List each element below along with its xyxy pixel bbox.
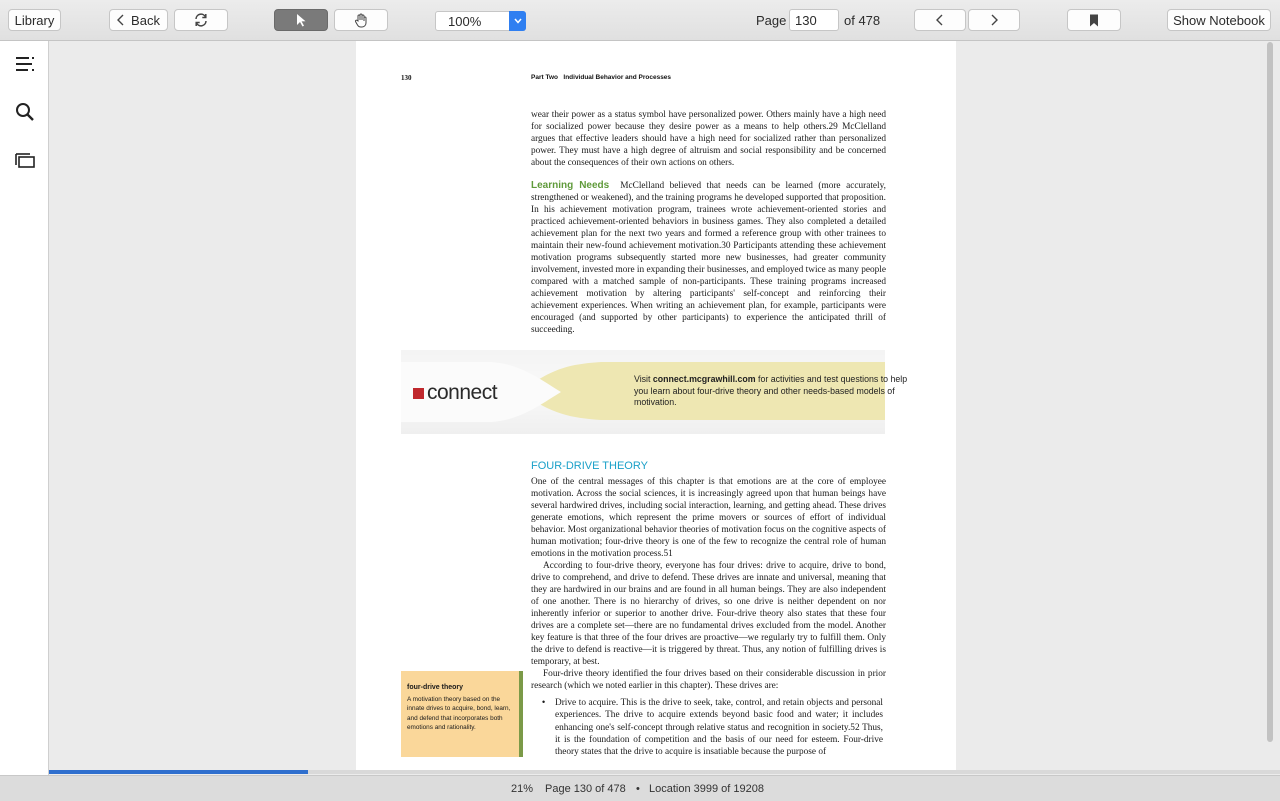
paragraph: According to four-drive theory, everyone… bbox=[531, 560, 886, 668]
next-page-button[interactable] bbox=[968, 9, 1020, 31]
reading-progress-fill bbox=[49, 770, 308, 774]
back-label: Back bbox=[131, 12, 160, 28]
status-percent: 21% bbox=[511, 783, 534, 795]
paragraph-text: wear their power as a status symbol have… bbox=[531, 110, 886, 168]
cursor-arrow-icon bbox=[297, 14, 306, 27]
hand-icon bbox=[354, 13, 367, 28]
glossary-term: four-drive theory bbox=[407, 684, 464, 691]
sidebar bbox=[0, 41, 49, 775]
book-page: 130 Part Two Individual Behavior and Pro… bbox=[356, 41, 956, 770]
section-subheading: Learning Needs bbox=[531, 180, 610, 191]
mcgraw-hill-logo-icon bbox=[413, 388, 424, 399]
connect-logo: connect bbox=[427, 381, 498, 404]
status-location: Location 3999 of 19208 bbox=[649, 783, 764, 795]
table-of-contents-icon[interactable] bbox=[14, 53, 36, 75]
sync-button[interactable] bbox=[174, 9, 228, 31]
paragraph-text: McClelland believed that needs can be le… bbox=[531, 181, 886, 335]
pages-icon[interactable] bbox=[14, 149, 36, 171]
section-title: FOUR-DRIVE THEORY bbox=[531, 460, 648, 472]
library-button[interactable]: Library bbox=[8, 9, 61, 31]
page-total: of 478 bbox=[844, 13, 881, 28]
running-head: Part Two Individual Behavior and Process… bbox=[531, 74, 671, 81]
paragraph: Four-drive theory identified the four dr… bbox=[531, 668, 886, 692]
status-bar: 21% Page 130 of 478 • Location 3999 of 1… bbox=[0, 775, 1280, 801]
back-button[interactable]: Back bbox=[109, 9, 168, 31]
select-tool-button[interactable] bbox=[274, 9, 328, 31]
zoom-select[interactable]: 100% bbox=[435, 11, 526, 31]
paragraph-text: According to four-drive theory, everyone… bbox=[531, 561, 886, 667]
paragraph: wear their power as a status symbol have… bbox=[531, 109, 886, 169]
scrollbar-thumb[interactable] bbox=[1267, 42, 1273, 742]
paragraph-text: Four-drive theory identified the four dr… bbox=[531, 669, 886, 691]
chevron-left-icon bbox=[936, 14, 943, 26]
previous-page-button[interactable] bbox=[914, 9, 966, 31]
show-notebook-label: Show Notebook bbox=[1173, 12, 1265, 28]
zoom-value: 100% bbox=[448, 14, 482, 29]
page-number-input[interactable] bbox=[789, 9, 839, 31]
status-page: Page 130 of 478 bbox=[545, 783, 626, 795]
bookmark-icon bbox=[1090, 14, 1098, 26]
library-label: Library bbox=[14, 12, 55, 28]
chevron-right-icon bbox=[991, 14, 998, 26]
running-head-part: Part Two bbox=[531, 74, 558, 81]
chevron-down-icon bbox=[509, 11, 526, 31]
bullet-marker: • bbox=[542, 697, 546, 707]
banner-text-pre: Visit bbox=[634, 374, 653, 384]
show-notebook-button[interactable]: Show Notebook bbox=[1167, 9, 1271, 31]
glossary-box: four-drive theory A motivation theory ba… bbox=[401, 671, 523, 757]
hand-tool-button[interactable] bbox=[334, 9, 388, 31]
chevron-left-icon bbox=[117, 14, 124, 26]
page-label: Page bbox=[756, 13, 787, 28]
bullet-item: Drive to acquire. This is the drive to s… bbox=[555, 697, 883, 758]
sync-icon bbox=[195, 13, 207, 27]
glossary-definition: A motivation theory based on the innate … bbox=[407, 696, 511, 731]
page-number: 130 bbox=[401, 74, 412, 82]
paragraph: One of the central messages of this chap… bbox=[531, 476, 886, 560]
paragraph: Learning Needs McClelland believed that … bbox=[531, 180, 886, 336]
toolbar: Library Back 100% Page of 478 Show Noteb… bbox=[0, 0, 1280, 41]
status-separator: • bbox=[636, 783, 640, 795]
reading-progress-bar[interactable] bbox=[49, 770, 1280, 774]
search-icon[interactable] bbox=[14, 101, 36, 123]
running-head-title: Individual Behavior and Processes bbox=[563, 74, 672, 81]
paragraph-text: One of the central messages of this chap… bbox=[531, 477, 886, 559]
connect-url-link[interactable]: connect.mcgrawhill.com bbox=[653, 374, 756, 384]
connect-banner: connect Visit connect.mcgrawhill.com for… bbox=[401, 350, 907, 434]
bookmark-button[interactable] bbox=[1067, 9, 1121, 31]
connect-banner-text: Visit connect.mcgrawhill.com for activit… bbox=[634, 374, 914, 409]
bullet-text: Drive to acquire. This is the drive to s… bbox=[555, 698, 883, 758]
